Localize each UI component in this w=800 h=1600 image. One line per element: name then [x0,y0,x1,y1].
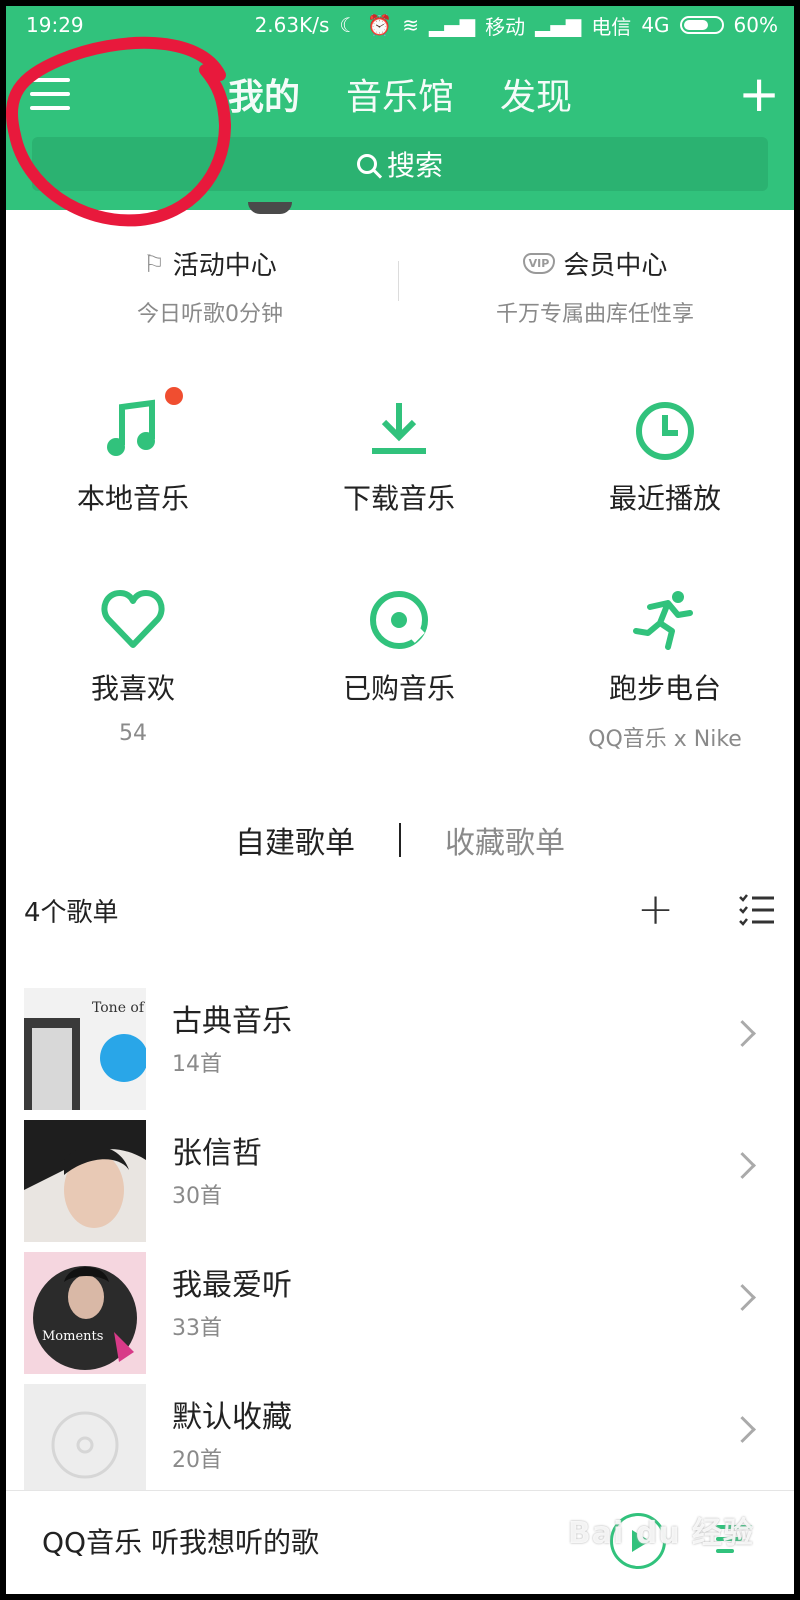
screen-border [0,0,800,1600]
